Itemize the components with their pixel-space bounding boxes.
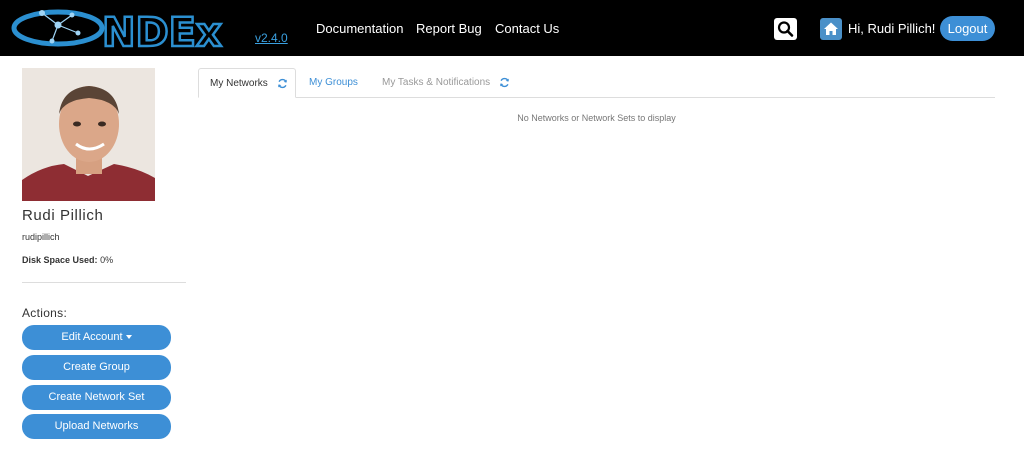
home-icon — [824, 22, 838, 35]
tab-my-tasks[interactable]: My Tasks & Notifications — [371, 68, 510, 98]
tab-my-networks-label: My Networks — [210, 78, 268, 89]
profile-name: Rudi Pillich — [22, 207, 104, 224]
avatar — [22, 68, 155, 201]
edit-account-button[interactable]: Edit Account — [22, 325, 171, 350]
upload-networks-button[interactable]: Upload Networks — [22, 414, 171, 439]
home-button[interactable] — [820, 18, 842, 40]
actions-title: Actions: — [22, 306, 68, 320]
disk-usage: Disk Space Used: 0% — [22, 255, 113, 265]
disk-usage-value: 0% — [100, 255, 114, 265]
create-network-set-button[interactable]: Create Network Set — [22, 385, 171, 410]
profile-divider — [22, 282, 186, 283]
empty-state-message: No Networks or Network Sets to display — [517, 113, 676, 123]
search-icon — [777, 21, 794, 37]
logout-button[interactable]: Logout — [940, 16, 995, 41]
svg-text:NDEx: NDEx — [102, 10, 222, 53]
ndex-logo[interactable]: NDEx — [6, 3, 256, 53]
search-button[interactable] — [774, 18, 797, 40]
profile-photo — [22, 68, 155, 201]
create-group-button[interactable]: Create Group — [22, 355, 171, 380]
disk-usage-label: Disk Space Used: — [22, 255, 98, 265]
refresh-icon[interactable] — [277, 78, 288, 89]
tab-my-networks[interactable]: My Networks — [198, 68, 296, 98]
tab-my-groups[interactable]: My Groups — [298, 68, 358, 98]
top-navbar: NDEx v2.4.0 Documentation Report Bug Con… — [0, 0, 1024, 56]
nav-report-bug[interactable]: Report Bug — [416, 21, 482, 36]
user-greeting[interactable]: Hi, Rudi Pillich! — [848, 21, 935, 36]
edit-account-label: Edit Account — [61, 331, 123, 343]
nav-contact-us[interactable]: Contact Us — [495, 21, 559, 36]
refresh-icon[interactable] — [499, 77, 510, 88]
caret-down-icon — [125, 335, 132, 340]
nav-documentation[interactable]: Documentation — [316, 21, 403, 36]
profile-username: rudipillich — [22, 232, 60, 242]
version-link[interactable]: v2.4.0 — [255, 31, 288, 45]
tab-my-tasks-label: My Tasks & Notifications — [382, 77, 491, 88]
